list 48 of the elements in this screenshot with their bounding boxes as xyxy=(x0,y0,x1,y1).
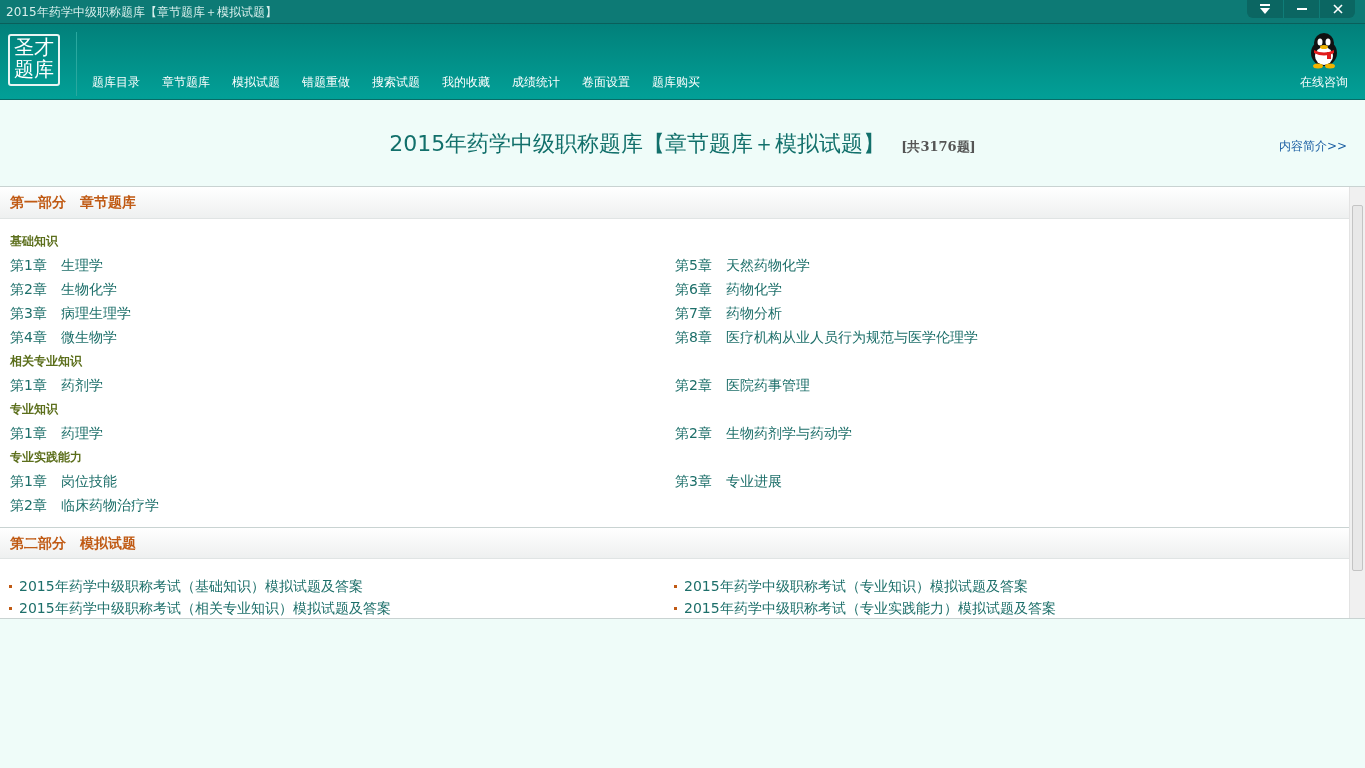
chapter-link[interactable]: 第3章 病理生理学 xyxy=(0,301,131,325)
bullet-icon xyxy=(9,606,12,610)
scrollbar[interactable] xyxy=(1349,187,1365,618)
test-link[interactable]: 2015年药学中级职称考试（相关专业知识）模拟试题及答案 xyxy=(19,597,391,618)
nav-link[interactable]: 章节题库 xyxy=(162,73,210,99)
test-link[interactable]: 2015年药学中级职称考试（基础知识）模拟试题及答案 xyxy=(19,575,363,597)
chapter-link[interactable]: 第3章 专业进展 xyxy=(665,469,782,493)
menu-icon xyxy=(1259,3,1271,15)
minimize-icon xyxy=(1296,7,1307,11)
nav-link[interactable]: 错题重做 xyxy=(302,73,350,99)
section-header: 第二部分 模拟试题 xyxy=(0,527,1349,559)
nav-link[interactable]: 模拟试题 xyxy=(232,73,280,99)
chapter-link[interactable]: 第1章 药剂学 xyxy=(0,373,103,397)
window-title: 2015年药学中级职称题库【章节题库＋模拟试题】 xyxy=(6,3,277,21)
nav-link[interactable]: 题库购买 xyxy=(652,73,700,99)
chapter-link[interactable]: 第1章 岗位技能 xyxy=(0,469,117,493)
chapter-link[interactable]: 第2章 生物化学 xyxy=(0,277,117,301)
nav-link[interactable]: 成绩统计 xyxy=(512,73,560,99)
test-link[interactable]: 2015年药学中级职称考试（专业实践能力）模拟试题及答案 xyxy=(684,597,1056,618)
nav-link[interactable]: 搜索试题 xyxy=(372,73,420,99)
chapter-link[interactable]: 第2章 生物药剂学与药动学 xyxy=(665,421,852,445)
consult-link[interactable]: 在线咨询 xyxy=(1300,73,1348,99)
logo: 圣才 题库 xyxy=(8,34,60,86)
question-count: [共3176题] xyxy=(901,137,976,156)
chapter-link[interactable]: 第2章 临床药物治疗学 xyxy=(0,493,159,517)
nav-link[interactable]: 卷面设置 xyxy=(582,73,630,99)
close-icon xyxy=(1332,4,1343,14)
chapter-link[interactable]: 第6章 药物化学 xyxy=(665,277,782,301)
bullet-icon xyxy=(674,606,677,610)
group-heading: 专业知识 xyxy=(9,401,59,418)
nav-link[interactable]: 题库目录 xyxy=(92,73,140,99)
scrollbar-thumb[interactable] xyxy=(1352,205,1363,571)
chapter-link[interactable]: 第1章 药理学 xyxy=(0,421,103,445)
chapter-link[interactable]: 第7章 药物分析 xyxy=(665,301,782,325)
chapter-link[interactable]: 第5章 天然药物化学 xyxy=(665,253,810,277)
group-heading: 相关专业知识 xyxy=(9,353,83,370)
chapter-link[interactable]: 第4章 微生物学 xyxy=(0,325,117,349)
group-heading: 基础知识 xyxy=(9,233,59,250)
test-link[interactable]: 2015年药学中级职称考试（专业知识）模拟试题及答案 xyxy=(684,575,1028,597)
chapter-link[interactable]: 第8章 医疗机构从业人员行为规范与医学伦理学 xyxy=(665,325,978,349)
bullet-icon xyxy=(9,584,12,588)
bullet-icon xyxy=(674,584,677,588)
group-heading: 专业实践能力 xyxy=(9,449,83,466)
nav-link[interactable]: 我的收藏 xyxy=(442,73,490,99)
page-title: 2015年药学中级职称题库【章节题库＋模拟试题】 xyxy=(389,129,886,158)
chapter-link[interactable]: 第1章 生理学 xyxy=(0,253,103,277)
intro-link[interactable]: 内容简介>> xyxy=(1278,137,1347,155)
chapter-link[interactable]: 第2章 医院药事管理 xyxy=(665,373,810,397)
